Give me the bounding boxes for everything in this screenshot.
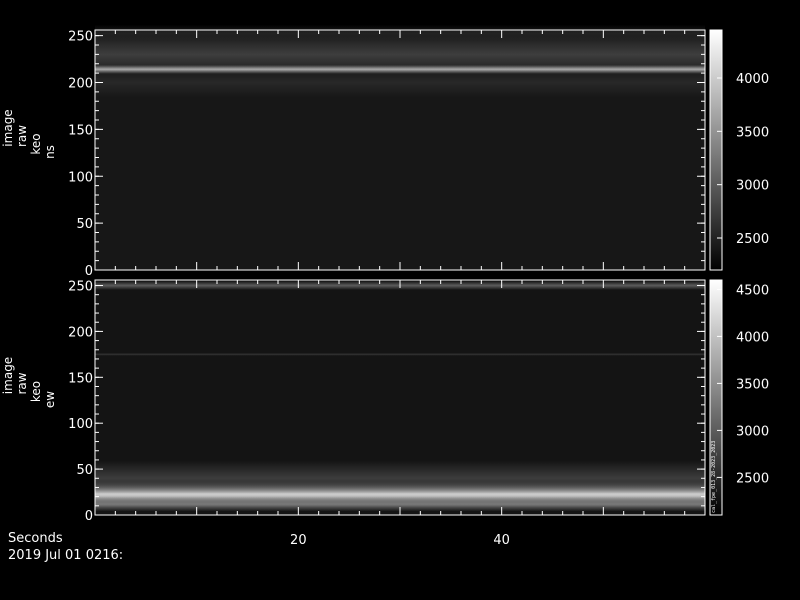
keogram-charts: 050100150200250image raw keo ns250030003500… (1, 24, 769, 548)
y-tick-label-2-0: 0 (85, 509, 93, 524)
x-axis-title: Seconds (8, 531, 63, 546)
y-tick-label-1-150: 150 (68, 123, 93, 138)
colorbar-tick-label-2-4000: 4000 (736, 330, 769, 345)
y-tick-label-1-50: 50 (76, 217, 93, 232)
y-axis-label-1-1: image (1, 109, 15, 146)
y-tick-label-2-150: 150 (68, 371, 93, 386)
y-tick-label-1-200: 200 (68, 77, 93, 92)
colorbar-tick-label-1-4000: 4000 (736, 72, 769, 87)
y-axis-label-1-4: ns (43, 145, 57, 159)
y-tick-label-2-250: 250 (68, 280, 93, 295)
y-axis-label-2-4: ew (43, 391, 57, 408)
heatmap-band-2-3 (95, 460, 705, 496)
colorbar-tick-label-1-3000: 3000 (736, 179, 769, 194)
colorbar-tick-label-1-3500: 3500 (736, 125, 769, 140)
x-tick-label-20: 20 (290, 533, 307, 548)
y-axis-label-2-2: raw (15, 372, 29, 394)
y-axis-label-2-3: keo (29, 381, 43, 402)
colorbar-tick-label-2-4500: 4500 (736, 283, 769, 298)
colorbar-note-2: cal_fpe_013_28-2023_2023 (711, 441, 717, 513)
colorbar-tick-label-1-2500: 2500 (736, 232, 769, 247)
colorbar-tick-label-2-3500: 3500 (736, 377, 769, 392)
y-axis-label-1-3: keo (29, 133, 43, 154)
colorbar-tick-label-2-2500: 2500 (736, 471, 769, 486)
colorbar-1 (709, 29, 723, 271)
heatmap-band-2-5 (95, 352, 705, 356)
colorbar-tick-label-2-3000: 3000 (736, 424, 769, 439)
keogram-figure: 0 50 100 150 200 250 image raw keo ns 2500 3000 3500… (0, 0, 800, 600)
timestamp-label: 2019 Jul 01 0216: (8, 548, 124, 563)
y-tick-label-1-250: 250 (68, 30, 93, 45)
y-tick-label-2-100: 100 (68, 417, 93, 432)
heatmap-band-1-3 (95, 67, 705, 98)
y-axis-label-2-1: image (1, 357, 15, 394)
y-axis-label-1-2: raw (15, 125, 29, 147)
y-tick-label-2-200: 200 (68, 325, 93, 340)
y-tick-label-2-50: 50 (76, 463, 93, 478)
x-tick-label-40: 40 (493, 533, 510, 548)
y-tick-label-1-100: 100 (68, 170, 93, 185)
y-tick-label-1-0: 0 (85, 264, 93, 279)
